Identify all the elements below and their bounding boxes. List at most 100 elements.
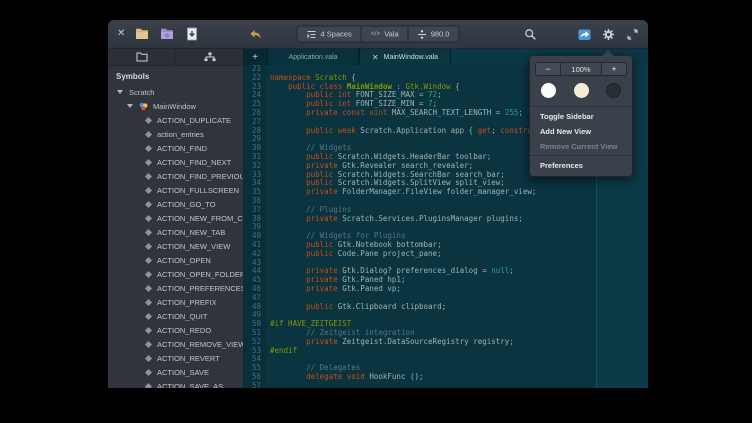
- symbol-label: ACTION_PREFIX: [157, 298, 217, 307]
- language-button[interactable]: </> Vala: [361, 26, 409, 43]
- indent-width-button[interactable]: 4 Spaces: [297, 26, 362, 43]
- fullscreen-icon[interactable]: [626, 28, 639, 41]
- menu-item-add-new-view[interactable]: Add New View: [530, 124, 632, 139]
- code-line[interactable]: 42 public Code.Pane project_pane;: [243, 250, 648, 259]
- symbol-item[interactable]: ACTION_OPEN_FOLDER: [108, 267, 243, 281]
- zoom-level: 100%: [560, 62, 602, 76]
- symbol-item[interactable]: ACTION_NEW_TAB: [108, 225, 243, 239]
- symbol-item[interactable]: ACTION_REVERT: [108, 351, 243, 365]
- menu-separator: [530, 155, 632, 156]
- symbol-label: ACTION_SAVE: [157, 368, 209, 377]
- code-text: delegate void HookFunc ();: [266, 373, 424, 382]
- symbol-label: Scratch: [129, 88, 154, 97]
- member-diamond-icon: [145, 214, 152, 221]
- symbol-label: ACTION_REVERT: [157, 354, 220, 363]
- menu-items: Toggle SidebarAdd New ViewRemove Current…: [530, 109, 632, 173]
- code-text: public Code.Pane project_pane;: [266, 250, 442, 259]
- symbol-item[interactable]: ACTION_REDO: [108, 323, 243, 337]
- symbol-item[interactable]: action_entries: [108, 127, 243, 141]
- zoom-out-button[interactable]: −: [535, 62, 561, 76]
- code-text: private const uint MAX_SEARCH_TEXT_LENGT…: [266, 109, 523, 118]
- headerbar-center-group: 4 Spaces </> Vala 980.0: [297, 26, 460, 43]
- symbol-item[interactable]: ACTION_GO_TO: [108, 197, 243, 211]
- sidebar-tab-switcher: [108, 49, 243, 66]
- expander-icon[interactable]: [127, 104, 133, 108]
- member-diamond-icon: [145, 144, 152, 151]
- tab-application-vala[interactable]: Application.vala: [267, 49, 359, 65]
- scheme-sepia-button[interactable]: [574, 83, 589, 98]
- symbol-item[interactable]: ACTION_NEW_VIEW: [108, 239, 243, 253]
- templates-folder-icon[interactable]: [159, 26, 175, 42]
- menu-item-preferences[interactable]: Preferences: [530, 158, 632, 173]
- code-text: #endif: [266, 347, 297, 356]
- scheme-dark-button[interactable]: [606, 83, 621, 98]
- symbol-item[interactable]: ACTION_REMOVE_VIEW: [108, 337, 243, 351]
- code-editor-window: ✕: [108, 20, 648, 388]
- tab-close-icon[interactable]: ✕: [372, 53, 379, 62]
- symbol-label: ACTION_FIND_PREVIOUS: [157, 172, 243, 181]
- member-diamond-icon: [145, 200, 152, 207]
- symbol-label: action_entries: [157, 130, 204, 139]
- class-icon: [139, 102, 148, 111]
- code-line[interactable]: 38 private Scratch.Services.PluginsManag…: [243, 215, 648, 224]
- member-diamond-icon: [145, 312, 152, 319]
- code-line[interactable]: 56 delegate void HookFunc ();: [243, 373, 648, 382]
- color-scheme-row: [530, 79, 632, 105]
- symbol-item[interactable]: ACTION_FULLSCREEN: [108, 183, 243, 197]
- code-line[interactable]: 57: [243, 382, 648, 388]
- menu-item-toggle-sidebar[interactable]: Toggle Sidebar: [530, 109, 632, 124]
- zoom-in-button[interactable]: +: [601, 62, 627, 76]
- tab-mainwindow-vala[interactable]: ✕ MainWindow.vala: [359, 49, 451, 65]
- code-text: public weak Scratch.Application app { ge…: [266, 127, 554, 136]
- symbol-item[interactable]: ACTION_FIND_PREVIOUS: [108, 169, 243, 183]
- member-diamond-icon: [145, 326, 152, 333]
- code-line[interactable]: 52 private Zeitgeist.DataSourceRegistry …: [243, 338, 648, 347]
- share-icon[interactable]: [578, 28, 591, 41]
- symbol-item[interactable]: ACTION_PREFIX: [108, 295, 243, 309]
- symbol-label: ACTION_OPEN_FOLDER: [157, 270, 243, 279]
- symbol-item[interactable]: ACTION_QUIT: [108, 309, 243, 323]
- code-line[interactable]: 48 public Gtk.Clipboard clipboard;: [243, 303, 648, 312]
- code-line[interactable]: 35 private FolderManager.FileView folder…: [243, 188, 648, 197]
- symbol-item[interactable]: ACTION_SAVE_AS: [108, 379, 243, 388]
- headerbar: ✕: [108, 20, 648, 49]
- open-file-icon[interactable]: [134, 26, 150, 42]
- code-text: private FolderManager.FileView folder_ma…: [266, 188, 536, 197]
- symbol-item[interactable]: ACTION_DUPLICATE: [108, 113, 243, 127]
- scheme-light-button[interactable]: [541, 83, 556, 98]
- window-close-button[interactable]: ✕: [117, 29, 125, 39]
- symbol-label: ACTION_NEW_VIEW: [157, 242, 230, 251]
- symbol-item[interactable]: Scratch: [108, 85, 243, 99]
- settings-menu: − 100% + Toggle SidebarAdd New ViewRemov…: [529, 55, 633, 177]
- tab-label: Application.vala: [288, 54, 337, 61]
- symbol-item[interactable]: ACTION_OPEN: [108, 253, 243, 267]
- desktop: ✕: [0, 0, 752, 423]
- new-tab-button[interactable]: +: [243, 49, 267, 65]
- symbol-label: ACTION_QUIT: [157, 312, 207, 321]
- revert-icon[interactable]: [248, 26, 264, 42]
- symbols-header: Symbols: [108, 66, 243, 85]
- symbol-label: ACTION_FIND: [157, 144, 207, 153]
- symbol-label: ACTION_REMOVE_VIEW: [157, 340, 243, 349]
- gear-icon[interactable]: [602, 28, 615, 41]
- goto-line-button[interactable]: 980.0: [408, 26, 460, 43]
- symbol-item[interactable]: ACTION_PREFERENCES: [108, 281, 243, 295]
- code-line[interactable]: 46 private Gtk.Paned vp;: [243, 285, 648, 294]
- sidebar-tab-files[interactable]: [108, 49, 175, 65]
- code-line[interactable]: 53#endif: [243, 347, 648, 356]
- search-icon[interactable]: [524, 28, 537, 41]
- symbol-label: ACTION_NEW_TAB: [157, 228, 225, 237]
- save-as-icon[interactable]: [184, 26, 200, 42]
- code-text: [266, 382, 270, 388]
- symbol-item[interactable]: MainWindow: [108, 99, 243, 113]
- symbol-item[interactable]: ACTION_FIND: [108, 141, 243, 155]
- member-diamond-icon: [145, 298, 152, 305]
- symbol-label: ACTION_OPEN: [157, 256, 211, 265]
- symbol-item[interactable]: ACTION_FIND_NEXT: [108, 155, 243, 169]
- symbol-item[interactable]: ACTION_SAVE: [108, 365, 243, 379]
- symbol-item[interactable]: ACTION_NEW_FROM_CLIPBOARD: [108, 211, 243, 225]
- sidebar-tab-symbols[interactable]: [175, 49, 243, 65]
- expander-icon[interactable]: [117, 90, 123, 94]
- member-diamond-icon: [145, 158, 152, 165]
- sidebar: Symbols Scratch MainWindowACTION_DUPLICAT…: [108, 49, 243, 388]
